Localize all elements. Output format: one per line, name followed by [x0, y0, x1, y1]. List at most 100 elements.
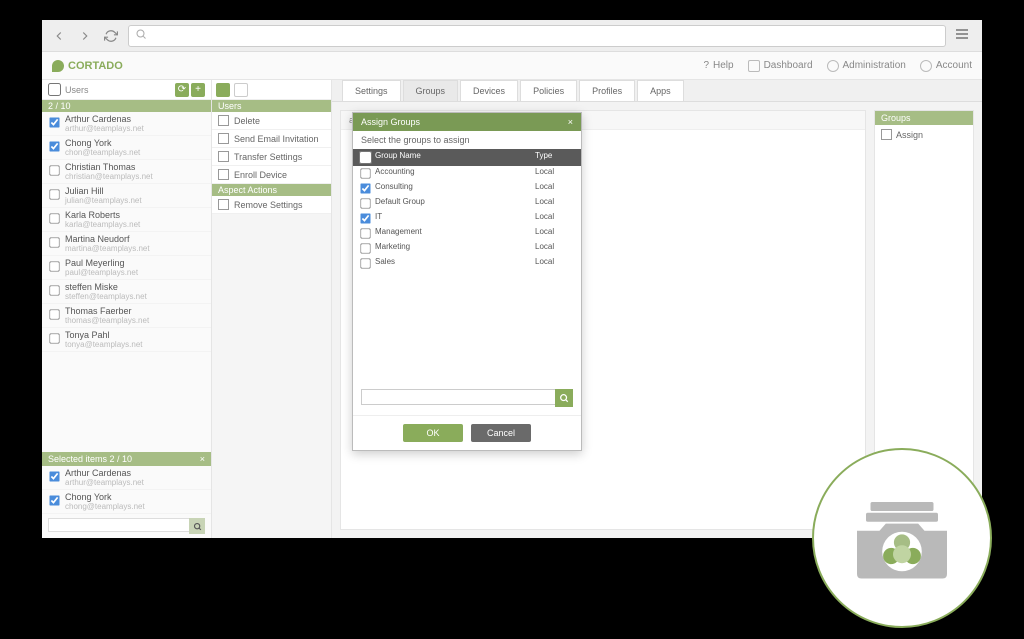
modal-row[interactable]: SalesLocal [353, 256, 581, 271]
grid-icon[interactable] [216, 83, 230, 97]
refresh-button[interactable]: ⟳ [175, 83, 189, 97]
action-item[interactable]: Delete [212, 112, 331, 130]
help-link[interactable]: ?Help [703, 60, 733, 72]
user-item[interactable]: Chong Yorkchon@teamplays.net [42, 136, 211, 160]
col-type: Type [535, 151, 575, 164]
action-item[interactable]: Send Email Invitation [212, 130, 331, 148]
modal-row[interactable]: ITLocal [353, 211, 581, 226]
user-item[interactable]: Karla Robertskarla@teamplays.net [42, 208, 211, 232]
action-item[interactable]: Transfer Settings [212, 148, 331, 166]
user-checkbox[interactable] [49, 165, 59, 175]
user-name: Karla Roberts [65, 210, 140, 220]
tab-settings[interactable]: Settings [342, 80, 401, 101]
user-checkbox[interactable] [49, 189, 59, 199]
row-checkbox[interactable] [360, 168, 370, 178]
modal-search-input[interactable] [361, 389, 555, 405]
row-checkbox[interactable] [360, 213, 370, 223]
action-item[interactable]: Remove Settings [212, 196, 331, 214]
user-item[interactable]: Tonya Pahltonya@teamplays.net [42, 328, 211, 352]
user-email: tonya@teamplays.net [65, 340, 143, 349]
user-item[interactable]: steffen Miskesteffen@teamplays.net [42, 280, 211, 304]
users-sidebar: Users ⟳ + 2 / 10 Arthur Cardenasarthur@t… [42, 80, 212, 538]
modal-title: Assign Groups [361, 117, 420, 127]
modal-close-button[interactable]: × [568, 117, 573, 127]
hamburger-menu[interactable] [954, 26, 974, 46]
modal-row[interactable]: MarketingLocal [353, 241, 581, 256]
user-checkbox[interactable] [49, 261, 59, 271]
modal-search-button[interactable] [555, 389, 573, 407]
browser-window: CORTADO ?Help Dashboard Administration A… [42, 20, 982, 538]
camera-badge [812, 448, 992, 628]
users-actions-list: Delete Send Email InvitationTransfer Sett… [212, 112, 331, 184]
browser-bar [42, 20, 982, 52]
reload-button[interactable] [102, 27, 120, 45]
row-checkbox[interactable] [360, 228, 370, 238]
assign-groups-modal: Assign Groups × Select the groups to ass… [352, 112, 582, 451]
row-checkbox[interactable] [360, 183, 370, 193]
clear-selection-button[interactable]: × [200, 454, 205, 464]
row-checkbox[interactable] [360, 198, 370, 208]
dashboard-link[interactable]: Dashboard [748, 60, 813, 72]
user-name: Paul Meyerling [65, 258, 138, 268]
select-all-checkbox[interactable] [48, 83, 61, 96]
tab-policies[interactable]: Policies [520, 80, 577, 101]
user-checkbox[interactable] [49, 213, 59, 223]
user-checkbox[interactable] [49, 309, 59, 319]
user-item[interactable]: Arthur Cardenasarthur@teamplays.net [42, 112, 211, 136]
add-user-button[interactable]: + [191, 83, 205, 97]
modal-row[interactable]: Default GroupLocal [353, 196, 581, 211]
url-bar[interactable] [128, 25, 946, 47]
modal-select-all[interactable] [359, 151, 372, 164]
action-icon [218, 169, 229, 180]
user-checkbox[interactable] [49, 285, 59, 295]
user-item[interactable]: Martina Neudorfmartina@teamplays.net [42, 232, 211, 256]
user-item[interactable]: Thomas Faerberthomas@teamplays.net [42, 304, 211, 328]
action-item[interactable]: Enroll Device [212, 166, 331, 184]
selected-checkbox[interactable] [49, 471, 59, 481]
forward-button[interactable] [76, 27, 94, 45]
row-checkbox[interactable] [360, 258, 370, 268]
user-item[interactable]: Julian Hilljulian@teamplays.net [42, 184, 211, 208]
action-label: Delete [234, 116, 260, 126]
administration-link[interactable]: Administration [827, 60, 906, 72]
sidebar-search-button[interactable] [189, 518, 205, 534]
row-name: Management [375, 227, 535, 240]
user-name: Tonya Pahl [65, 330, 143, 340]
aspect-actions-list: Remove Settings [212, 196, 331, 214]
row-name: Sales [375, 257, 535, 270]
tab-profiles[interactable]: Profiles [579, 80, 635, 101]
list-icon[interactable] [234, 83, 248, 97]
dashboard-icon [748, 60, 760, 72]
tab-groups[interactable]: Groups [403, 80, 459, 101]
user-name: Arthur Cardenas [65, 114, 144, 124]
selected-checkbox[interactable] [49, 495, 59, 505]
user-item[interactable]: Christian Thomaschristian@teamplays.net [42, 160, 211, 184]
modal-row[interactable]: ManagementLocal [353, 226, 581, 241]
user-email: steffen@teamplays.net [65, 292, 147, 301]
user-item[interactable]: Paul Meyerlingpaul@teamplays.net [42, 256, 211, 280]
action-icon [218, 115, 229, 126]
tab-devices[interactable]: Devices [460, 80, 518, 101]
ok-button[interactable]: OK [403, 424, 463, 442]
user-checkbox[interactable] [49, 333, 59, 343]
user-checkbox[interactable] [49, 237, 59, 247]
user-name: steffen Miske [65, 282, 147, 292]
col-group-name: Group Name [375, 151, 535, 164]
account-link[interactable]: Account [920, 60, 972, 72]
selected-item[interactable]: Arthur Cardenasarthur@teamplays.net [42, 466, 211, 490]
modal-row[interactable]: AccountingLocal [353, 166, 581, 181]
modal-row[interactable]: ConsultingLocal [353, 181, 581, 196]
cancel-button[interactable]: Cancel [471, 424, 531, 442]
user-checkbox[interactable] [49, 141, 59, 151]
user-name: Julian Hill [65, 186, 142, 196]
row-type: Local [535, 167, 575, 180]
assign-action[interactable]: Assign [875, 125, 973, 144]
action-icon [218, 199, 229, 210]
row-checkbox[interactable] [360, 243, 370, 253]
tab-apps[interactable]: Apps [637, 80, 684, 101]
user-checkbox[interactable] [49, 117, 59, 127]
sidebar-search-input[interactable] [48, 518, 189, 532]
back-button[interactable] [50, 27, 68, 45]
selected-item[interactable]: Chong Yorkchong@teamplays.net [42, 490, 211, 514]
row-name: Marketing [375, 242, 535, 255]
